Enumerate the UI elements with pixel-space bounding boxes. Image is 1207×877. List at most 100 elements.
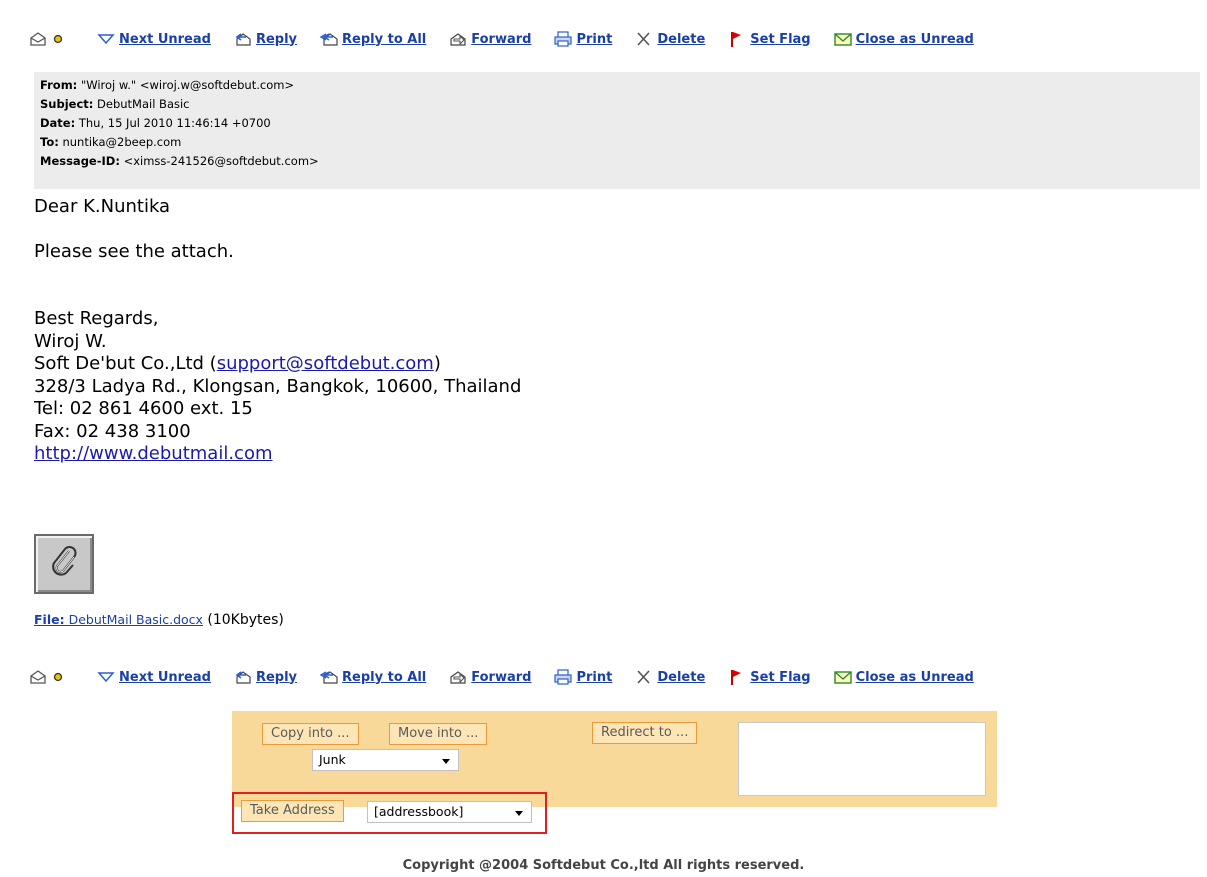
reply-icon — [233, 30, 253, 48]
header-date: Date: Thu, 15 Jul 2010 11:46:14 +0700 — [40, 114, 1194, 133]
envelope-closed-icon — [833, 30, 853, 48]
reply-label[interactable]: Reply — [256, 32, 297, 47]
reply-button[interactable]: Reply — [233, 668, 297, 686]
print-label[interactable]: Print — [576, 670, 612, 685]
take-address-button[interactable]: Take Address — [241, 800, 344, 822]
attachment-info: File: DebutMail Basic.docx (10Kbytes) — [34, 612, 284, 628]
redirect-address-input[interactable] — [738, 722, 986, 796]
next-unread-label[interactable]: Next Unread — [119, 32, 211, 47]
signature-regards: Best Regards, — [34, 308, 159, 329]
close-x-icon — [634, 30, 654, 48]
signature-tel: Tel: 02 861 4600 ext. 15 — [34, 398, 253, 419]
signature-name: Wiroj W. — [34, 330, 107, 352]
top-toolbar: Next Unread Reply Reply to All Forward P… — [28, 27, 996, 51]
close-x-icon — [634, 668, 654, 686]
move-into-button[interactable]: Move into ... — [389, 723, 488, 745]
message-status — [28, 30, 70, 48]
flag-icon — [727, 668, 747, 686]
next-unread-button[interactable]: Next Unread — [96, 30, 211, 48]
header-message-id: Message-ID: <ximss-241526@softdebut.com> — [40, 152, 1194, 171]
paperclip-icon — [46, 544, 82, 584]
set-flag-label[interactable]: Set Flag — [750, 670, 810, 685]
forward-button[interactable]: Forward — [448, 668, 531, 686]
website-link[interactable]: http://www.debutmail.com — [34, 443, 273, 464]
delete-label[interactable]: Delete — [657, 32, 705, 47]
print-button[interactable]: Print — [553, 30, 612, 48]
signature-website: http://www.debutmail.com — [34, 443, 521, 466]
signature-company: Soft De'but Co.,Ltd (support@softdebut.c… — [34, 353, 521, 376]
forward-label[interactable]: Forward — [471, 670, 531, 685]
reply-all-icon — [319, 668, 339, 686]
reply-all-label[interactable]: Reply to All — [342, 32, 426, 47]
bottom-toolbar: Next Unread Reply Reply to All Forward P… — [28, 665, 996, 689]
set-flag-button[interactable]: Set Flag — [727, 668, 811, 686]
reply-icon — [233, 668, 253, 686]
status-dot-icon — [49, 668, 67, 686]
reply-all-label[interactable]: Reply to All — [342, 670, 426, 685]
close-as-unread-button[interactable]: Close as Unread — [833, 30, 974, 48]
folder-select[interactable]: Junk — [312, 749, 459, 771]
printer-icon — [553, 668, 573, 686]
file-label: File: — [34, 612, 65, 627]
folder-select-value: Junk — [319, 752, 346, 767]
envelope-open-icon — [28, 668, 46, 686]
date-label: Date: — [40, 116, 76, 130]
reply-all-button[interactable]: Reply to All — [319, 668, 426, 686]
arrow-down-icon — [96, 30, 116, 48]
close-as-unread-button[interactable]: Close as Unread — [833, 668, 974, 686]
signature-fax: Fax: 02 438 3100 — [34, 420, 191, 442]
close-as-unread-label[interactable]: Close as Unread — [856, 32, 974, 47]
message-actions-panel: Copy into ... Move into ... Junk Redirec… — [232, 711, 997, 823]
greeting: Dear K.Nuntika — [34, 196, 171, 217]
delete-button[interactable]: Delete — [634, 668, 705, 686]
reply-all-icon — [319, 30, 339, 48]
delete-label[interactable]: Delete — [657, 670, 705, 685]
body-line: Please see the attach. — [34, 240, 234, 262]
from-value: "Wiroj w." <wiroj.w@softdebut.com> — [80, 78, 295, 92]
set-flag-label[interactable]: Set Flag — [750, 32, 810, 47]
addressbook-select[interactable]: [addressbook] — [367, 801, 532, 823]
message-body: Dear K.Nuntika Please see the attach. Be… — [34, 196, 521, 466]
envelope-closed-icon — [833, 668, 853, 686]
file-size: (10Kbytes) — [207, 612, 284, 628]
envelope-open-icon — [28, 30, 46, 48]
date-value: Thu, 15 Jul 2010 11:46:14 +0700 — [78, 116, 271, 130]
next-unread-label[interactable]: Next Unread — [119, 670, 211, 685]
to-value: nuntika@2beep.com — [62, 135, 182, 149]
message-status — [28, 668, 70, 686]
message-id-value: <ximss-241526@softdebut.com> — [123, 154, 319, 168]
company-text: Soft De'but Co.,Ltd ( — [34, 353, 217, 374]
chevron-down-icon — [442, 759, 450, 764]
forward-label[interactable]: Forward — [471, 32, 531, 47]
forward-icon — [448, 668, 468, 686]
redirect-to-button[interactable]: Redirect to ... — [592, 722, 698, 744]
reply-label[interactable]: Reply — [256, 670, 297, 685]
header-to: To: nuntika@2beep.com — [40, 133, 1194, 152]
file-name: DebutMail Basic.docx — [68, 612, 203, 627]
message-id-label: Message-ID: — [40, 154, 120, 168]
next-unread-button[interactable]: Next Unread — [96, 668, 211, 686]
forward-button[interactable]: Forward — [448, 30, 531, 48]
support-email-link[interactable]: support@softdebut.com — [217, 353, 434, 374]
flag-icon — [727, 30, 747, 48]
attachment-file-link[interactable]: File: DebutMail Basic.docx — [34, 612, 203, 627]
print-button[interactable]: Print — [553, 668, 612, 686]
reply-button[interactable]: Reply — [233, 30, 297, 48]
delete-button[interactable]: Delete — [634, 30, 705, 48]
close-as-unread-label[interactable]: Close as Unread — [856, 670, 974, 685]
chevron-down-icon — [515, 811, 523, 816]
header-from: From: "Wiroj w." <wiroj.w@softdebut.com> — [40, 76, 1194, 95]
header-subject: Subject: DebutMail Basic — [40, 95, 1194, 114]
subject-value: DebutMail Basic — [97, 97, 190, 111]
reply-all-button[interactable]: Reply to All — [319, 30, 426, 48]
copyright-text: Copyright @2004 Softdebut Co.,ltd All ri… — [402, 858, 805, 873]
company-close: ) — [433, 353, 441, 374]
print-label[interactable]: Print — [576, 32, 612, 47]
arrow-down-icon — [96, 668, 116, 686]
attachment-button[interactable] — [34, 534, 94, 594]
subject-label: Subject: — [40, 97, 94, 111]
set-flag-button[interactable]: Set Flag — [727, 30, 811, 48]
addressbook-select-value: [addressbook] — [374, 804, 464, 819]
printer-icon — [553, 30, 573, 48]
copy-into-button[interactable]: Copy into ... — [262, 723, 359, 745]
